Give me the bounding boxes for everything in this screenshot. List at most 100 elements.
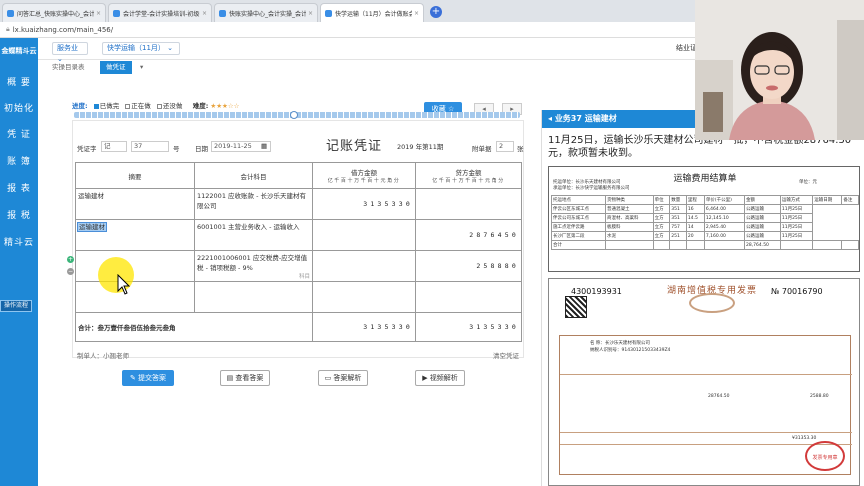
summary-cell[interactable]: 运输建材: [75, 188, 195, 220]
sidebar-item-cloud[interactable]: 精斗云: [0, 235, 38, 248]
answer-analysis-button[interactable]: ▭ 答案解析: [318, 370, 368, 386]
browser-tab-3[interactable]: 快账实操中心_会计实操_会计做账×: [214, 3, 318, 22]
favicon-icon: [219, 9, 226, 17]
table-cell: 公路运输: [744, 222, 781, 232]
table-cell: [652, 240, 671, 250]
play-icon: ▶: [422, 374, 430, 382]
debit-cell[interactable]: 3135330: [312, 188, 416, 220]
tab-dropdown-icon[interactable]: ▾: [140, 61, 143, 74]
debit-cell[interactable]: [312, 219, 416, 251]
industry-dropdown[interactable]: 服务业 ⌄: [52, 42, 88, 63]
voucher-table: 摘要 会计科目 借方金额 亿千百十万千百十元角分 贷方金额 亿千百十万千百十元角…: [75, 162, 522, 342]
table-cell: 立方: [652, 213, 671, 223]
table-cell: 运输方式: [779, 195, 814, 205]
table-row: 施工点近伴云路 板膜料 立方 757 14 2,945.40 公路运输 11月25日: [551, 222, 859, 232]
table-header-row: 托运地点 货物种类 单位 数量 里程 单价(千公里) 金额 运输方式 运输日期 备注: [551, 195, 859, 205]
summary-cell[interactable]: 运输建材: [75, 219, 195, 251]
summary-cell[interactable]: [75, 250, 195, 282]
table-cell: [669, 240, 687, 250]
credit-cell[interactable]: [415, 188, 522, 220]
close-icon[interactable]: ×: [202, 10, 207, 17]
certificate-link[interactable]: 结业证: [676, 43, 697, 53]
table-cell: 托运地点: [551, 195, 606, 205]
clear-voucher-link[interactable]: 清空凭证: [493, 350, 519, 360]
summary-cell[interactable]: [75, 281, 195, 313]
table-cell: [779, 240, 814, 250]
col-account: 会计科目: [194, 162, 313, 189]
invoice-stamp: 发票专用章: [805, 441, 845, 471]
close-icon[interactable]: ×: [96, 10, 101, 17]
submit-answer-button[interactable]: ✎ 提交答案: [122, 370, 174, 386]
sidebar-item-overview[interactable]: 概 要: [0, 75, 38, 88]
settlement-document[interactable]: 运输费用结算单 托运单位：长沙乐天建材有限公司 承运单位：长沙快学运输服务有限公…: [548, 166, 860, 272]
calendar-icon[interactable]: ▦: [261, 142, 267, 150]
sidebar-item-voucher[interactable]: 凭 证: [0, 127, 38, 140]
invoice-code: 4300193931: [571, 287, 622, 296]
sidebar-item-books[interactable]: 账 簿: [0, 154, 38, 167]
sidebar: 金蝶精斗云 概 要 初始化 凭 证 账 簿 报 表 报 税 精斗云 操作流程: [0, 38, 38, 486]
credit-cell[interactable]: 2876450: [415, 219, 522, 251]
table-cell: 备注: [841, 195, 859, 205]
table-cell: 伴云公司东城工点: [551, 213, 606, 223]
sidebar-item-tax[interactable]: 报 税: [0, 208, 38, 221]
account-cell[interactable]: 1122001 应收账款 - 长沙乐天建材有限公司: [194, 188, 313, 220]
attach-input[interactable]: 2: [496, 141, 514, 152]
browser-tab-1[interactable]: 问答汇总_快账实操中心_会计实操×: [2, 3, 106, 22]
company-dropdown[interactable]: 快学运输（11月） ⌄: [102, 42, 180, 55]
account-cell[interactable]: 6001001 主营业务收入 - 运输收入: [194, 219, 313, 251]
table-row: 长沙厂区第二段 水泥 立方 251 20 7,160.00 公路运输 11月25日: [551, 231, 859, 241]
number-input[interactable]: 37: [131, 141, 169, 152]
total-debit: 3135330: [312, 312, 416, 342]
col-credit: 贷方金额 亿千百十万千百十元角分: [415, 162, 522, 189]
word-select[interactable]: 记: [101, 141, 127, 152]
slider-handle[interactable]: [290, 111, 298, 119]
word-label: 凭证字: [77, 145, 97, 153]
add-row-icon[interactable]: +: [67, 256, 74, 263]
browser-tab-4[interactable]: 快学运输（11月）会计做账会计实操×: [320, 3, 424, 22]
browser-tab-2[interactable]: 会计学堂-会计实操培训-初级中级×: [108, 3, 212, 22]
table-cell: 11月25日: [779, 213, 814, 223]
table-row: 运输建材 6001001 主营业务收入 - 运输收入 2876450: [75, 219, 522, 251]
done-checkbox-icon: [93, 103, 99, 109]
table-cell: 12,145.10: [703, 213, 746, 223]
table-cell: 7,160.00: [703, 231, 746, 241]
remove-row-icon[interactable]: −: [67, 268, 74, 275]
table-cell: 里程: [685, 195, 705, 205]
table-cell: [703, 240, 746, 250]
table-row: 伴云公司东城工点 商混材、高粱料 立方 351 14.5 12,145.10 公路运输 11月…: [551, 213, 859, 223]
account-cell[interactable]: [194, 281, 313, 313]
table-cell: 普通混凝土: [604, 204, 654, 214]
view-answer-button[interactable]: ▤ 查看答案: [220, 370, 270, 386]
sidebar-item-init[interactable]: 初始化: [0, 101, 38, 114]
app-logo: 金蝶精斗云: [1, 47, 37, 55]
table-cell: 20: [685, 231, 705, 241]
account-cell[interactable]: 2221001006001 应交税费-应交增值税 - 销项税额 - 9% 科目: [194, 250, 313, 282]
close-icon[interactable]: ×: [414, 10, 419, 17]
close-icon[interactable]: ×: [308, 10, 313, 17]
table-cell: 合计: [551, 240, 606, 250]
table-cell: 单价(千公里): [703, 195, 746, 205]
debit-cell[interactable]: [312, 250, 416, 282]
voucher-period: 2019 年第11期: [397, 143, 444, 151]
sidebar-item-reports[interactable]: 报 表: [0, 181, 38, 194]
tab-make-voucher[interactable]: 做凭证: [100, 61, 132, 74]
video-analysis-button[interactable]: ▶ 视频解析: [415, 370, 465, 386]
mouse-cursor-icon: [117, 274, 131, 295]
credit-cell[interactable]: [415, 281, 522, 313]
table-cell: 28,764.50: [744, 240, 781, 250]
voucher-title: 记账凭证: [326, 139, 383, 154]
flow-button[interactable]: 操作流程: [0, 300, 32, 312]
difficulty-stars: ★★★☆☆: [210, 102, 240, 110]
table-cell: 货物种类: [604, 195, 654, 205]
table-cell: 351: [669, 213, 687, 223]
tab-catalog[interactable]: 实操目录表: [46, 61, 91, 74]
table-cell: 14.5: [685, 213, 705, 223]
notdone-checkbox-icon: [156, 103, 162, 109]
vat-invoice[interactable]: 4300193931 湖南增值税专用发票 № 70016790 名 称：长沙乐天…: [548, 278, 860, 486]
table-cell: 351: [669, 204, 687, 214]
new-tab-button[interactable]: +: [430, 6, 442, 18]
chevron-down-icon: ⌄: [167, 44, 174, 52]
table-cell: 商混材、高粱料: [604, 213, 654, 223]
debit-cell[interactable]: [312, 281, 416, 313]
credit-cell[interactable]: 258880: [415, 250, 522, 282]
